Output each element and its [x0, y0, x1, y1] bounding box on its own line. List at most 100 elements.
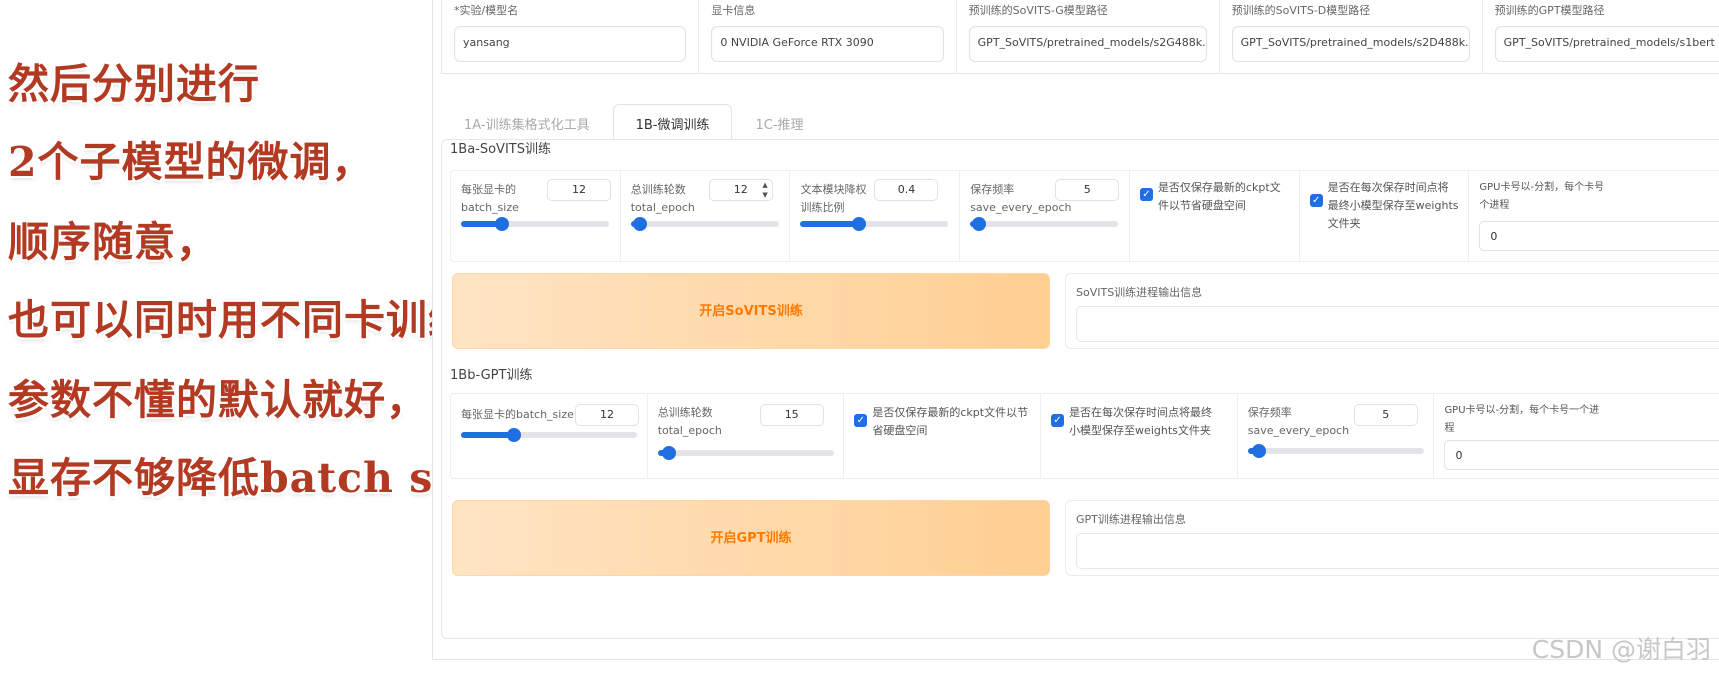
gpt-epoch-slider[interactable] [657, 446, 834, 460]
slider-handle[interactable] [972, 217, 987, 231]
sovits-g-path-label: 预训练的SoVITS-G模型路径 [968, 4, 1108, 17]
sovits-weights-label-2: 最终小模型保存至weights [1327, 199, 1459, 212]
tab-inference[interactable]: 1C-推理 [732, 104, 826, 140]
sovits-text-ratio-label: 文本模块降权 训练比例 [800, 181, 866, 217]
gpt-weights-label-2: 小模型保存至weights文件夹 [1069, 424, 1211, 437]
sovits-text-ratio-label-1: 文本模块降权 [800, 183, 867, 196]
gpt-save-label-1: 保存频率 [1247, 406, 1292, 419]
gpt-gpu-label: GPU卡号以-分割，每个卡号一个进 程 [1444, 402, 1599, 438]
sovits-batch-slider[interactable] [461, 217, 609, 231]
tab-dataset-format[interactable]: 1A-训练集格式化工具 [441, 104, 613, 140]
gpt-path-label: 预训练的GPT模型路径 [1494, 4, 1605, 17]
sovits-d-path-input[interactable]: GPT_SoVITS/pretrained_models/s2D488k. [1231, 26, 1470, 62]
sovits-gpu-label: GPU卡号以-分割，每个卡号 个进程 [1479, 179, 1604, 215]
gpt-gpu-label-2: 程 [1444, 423, 1455, 434]
sovits-ckpt-cell: ✓ 是否仅保存最新的ckpt文 件以节省硬盘空间 [1130, 171, 1300, 261]
slider-handle[interactable] [852, 217, 867, 231]
gpt-ckpt-label-1: 是否仅保存最新的ckpt文件以节 [872, 406, 1029, 419]
gpt-save-cell: 保存频率 save_every_epoch 5 [1238, 394, 1435, 478]
sovits-ckpt-label-2: 件以节省硬盘空间 [1157, 199, 1246, 212]
gpt-path-input[interactable]: GPT_SoVITS/pretrained_models/s1bert [1494, 26, 1719, 62]
sovits-weights-label: 是否在每次保存时间点将 最终小模型保存至weights 文件夹 [1328, 179, 1459, 233]
gpt-section-title: 1Bb-GPT训练 [450, 368, 533, 383]
sovits-g-path-input[interactable]: GPT_SoVITS/pretrained_models/s2G488k. [968, 26, 1207, 62]
gpt-epoch-cell: 总训练轮数 total_epoch 15 [648, 394, 845, 478]
gpt-output-textarea[interactable] [1076, 533, 1719, 569]
sovits-batch-input[interactable]: 12 [547, 179, 611, 201]
gpt-ckpt-label: 是否仅保存最新的ckpt文件以节 省硬盘空间 [872, 404, 1028, 440]
sovits-save-slider[interactable] [970, 217, 1119, 231]
sovits-weights-checkbox[interactable]: ✓ [1309, 194, 1323, 207]
gpt-weights-checkbox[interactable]: ✓ [1051, 414, 1065, 427]
sovits-g-path-cell: 预训练的SoVITS-G模型路径 GPT_SoVITS/pretrained_m… [957, 0, 1220, 73]
sovits-epoch-input[interactable]: 12 ▲ ▼ [708, 179, 773, 201]
start-sovits-training-button[interactable]: 开启SoVITS训练 [452, 273, 1050, 349]
gpt-save-input[interactable]: 5 [1353, 404, 1418, 426]
gpt-ckpt-cell: ✓ 是否仅保存最新的ckpt文件以节 省硬盘空间 [844, 394, 1042, 478]
sovits-batch-label-1: 每张显卡的 [461, 183, 516, 196]
experiment-name-label: *实验/模型名 [454, 4, 519, 17]
slider-handle[interactable] [632, 217, 647, 231]
sovits-text-ratio-input[interactable]: 0.4 [874, 179, 939, 201]
gpt-output-label: GPT训练进程输出信息 [1076, 513, 1186, 526]
gpt-epoch-input[interactable]: 15 [759, 404, 824, 426]
webui-panel: *实验/模型名 yansang 显卡信息 0 NVIDIA GeForce RT… [432, 0, 1719, 660]
gpt-save-label-2: save_every_epoch [1247, 424, 1350, 437]
gpt-epoch-label-2: total_epoch [657, 424, 722, 437]
slider-handle[interactable] [1251, 444, 1266, 458]
sovits-save-input[interactable]: 5 [1055, 179, 1120, 201]
sovits-section-title: 1Ba-SoVITS训练 [450, 142, 551, 157]
sovits-output-textarea[interactable] [1076, 306, 1719, 342]
sovits-ckpt-checkbox[interactable]: ✓ [1139, 188, 1153, 201]
gpu-info-label: 显卡信息 [711, 4, 756, 17]
sovits-weights-label-1: 是否在每次保存时间点将 [1327, 181, 1449, 194]
gpt-gpu-input[interactable]: 0 [1444, 440, 1719, 470]
sovits-text-ratio-slider[interactable] [800, 217, 949, 231]
sovits-save-cell: 保存频率 save_every_epoch 5 [960, 171, 1130, 261]
finetune-section: 1Ba-SoVITS训练 每张显卡的 batch_size 12 总训练轮数 t… [441, 139, 1719, 639]
sovits-ckpt-label-1: 是否仅保存最新的ckpt文 [1157, 181, 1281, 194]
slider-handle[interactable] [507, 428, 521, 442]
experiment-name-input[interactable]: yansang [454, 26, 687, 62]
sovits-d-path-label: 预训练的SoVITS-D模型路径 [1231, 4, 1371, 17]
sovits-d-path-cell: 预训练的SoVITS-D模型路径 GPT_SoVITS/pretrained_m… [1220, 0, 1483, 73]
slider-fill [800, 221, 860, 227]
caption-line-1: 然后分别进行 [8, 60, 260, 108]
sovits-text-ratio-label-2: 训练比例 [800, 201, 845, 214]
tab-finetune[interactable]: 1B-微调训练 [612, 104, 733, 140]
sovits-epoch-label-2: total_epoch [630, 201, 695, 214]
csdn-watermark: CSDN @谢白羽 [1531, 635, 1711, 664]
sovits-batch-cell: 每张显卡的 batch_size 12 [451, 171, 621, 261]
gpt-ckpt-checkbox[interactable]: ✓ [854, 414, 868, 427]
gpu-info-field[interactable]: 0 NVIDIA GeForce RTX 3090 [711, 26, 944, 62]
stepper-arrows-icon[interactable]: ▲ ▼ [762, 180, 767, 200]
gpt-path-cell: 预训练的GPT模型路径 GPT_SoVITS/pretrained_models… [1483, 0, 1719, 73]
start-gpt-training-button[interactable]: 开启GPT训练 [452, 500, 1050, 576]
sovits-gpu-cell: GPU卡号以-分割，每个卡号 个进程 0 [1469, 171, 1719, 261]
sovits-output-label: SoVITS训练进程输出信息 [1076, 286, 1203, 299]
sovits-epoch-value: 12 [733, 183, 748, 196]
sovits-ckpt-label: 是否仅保存最新的ckpt文 件以节省硬盘空间 [1158, 179, 1281, 215]
gpt-params-row: 每张显卡的batch_size 12 总训练轮数 total_epoch 15 [450, 393, 1719, 479]
experiment-name-cell: *实验/模型名 yansang [442, 0, 700, 73]
slider-handle[interactable] [661, 446, 676, 460]
gpt-save-label: 保存频率 save_every_epoch [1248, 404, 1349, 440]
slider-handle[interactable] [495, 217, 509, 231]
gpt-batch-cell: 每张显卡的batch_size 12 [451, 394, 648, 478]
sovits-batch-label-2: batch_size [461, 201, 519, 214]
gpt-output-box: GPT训练进程输出信息 [1065, 500, 1719, 576]
gpt-weights-cell: ✓ 是否在每次保存时间点将最终 小模型保存至weights文件夹 [1041, 394, 1238, 478]
gpt-batch-label: 每张显卡的batch_size [461, 408, 574, 421]
sovits-epoch-slider[interactable] [630, 217, 779, 231]
sovits-output-box: SoVITS训练进程输出信息 [1065, 273, 1719, 349]
gpt-batch-input[interactable]: 12 [575, 404, 639, 426]
sovits-batch-label: 每张显卡的 batch_size [461, 181, 519, 217]
gpt-batch-slider[interactable] [461, 428, 637, 442]
gpt-save-slider[interactable] [1247, 444, 1424, 458]
sovits-epoch-label: 总训练轮数 total_epoch [631, 181, 695, 217]
caption-line-3: 顺序随意， [8, 218, 218, 266]
sovits-gpu-input[interactable]: 0 [1479, 221, 1719, 251]
gpt-epoch-label: 总训练轮数 total_epoch [658, 404, 722, 440]
tab-bar: 1A-训练集格式化工具 1B-微调训练 1C-推理 [441, 104, 827, 140]
sovits-save-label-2: save_every_epoch [970, 201, 1072, 214]
